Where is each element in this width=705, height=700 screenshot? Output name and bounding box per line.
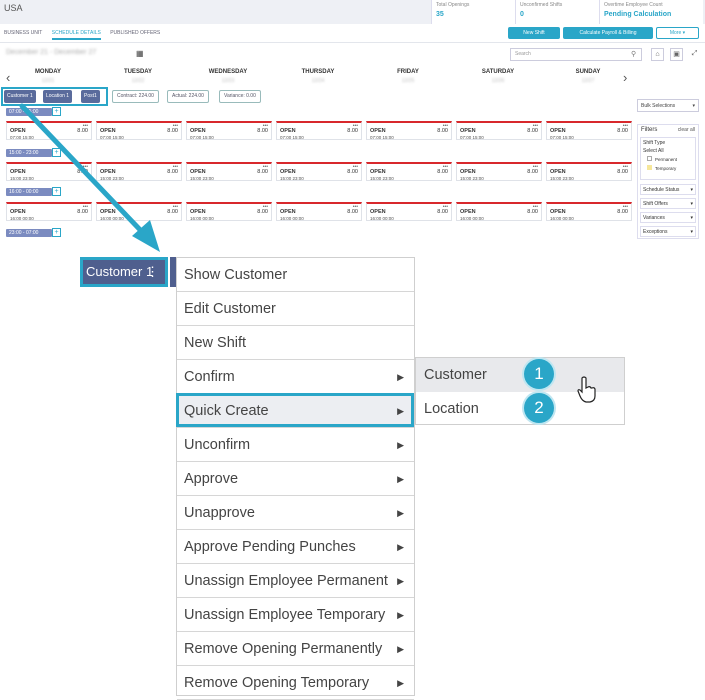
menu-item-approve-pending-punches[interactable]: Approve Pending Punches ▶: [177, 530, 414, 564]
menu-item-label: Remove Opening Temporary: [184, 675, 370, 691]
chevron-right-icon: ▶: [397, 644, 404, 654]
menu-item-unassign-employee-permanent[interactable]: Unassign Employee Permanent ▶: [177, 564, 414, 598]
chevron-right-icon: ▶: [397, 474, 404, 484]
menu-item-label: Confirm: [184, 369, 235, 385]
menu-item-new-shift[interactable]: New Shift: [177, 326, 414, 360]
menu-item-unassign-employee-temporary[interactable]: Unassign Employee Temporary ▶: [177, 598, 414, 632]
menu-item-label: Unapprove: [184, 505, 255, 521]
menu-item-label: Show Customer: [184, 267, 288, 283]
submenu-customer-label: Customer: [424, 367, 487, 383]
menu-item-remove-opening-temporary[interactable]: Remove Opening Temporary ▶: [177, 666, 414, 700]
menu-item-edit-customer[interactable]: Edit Customer: [177, 292, 414, 326]
customer-1-button[interactable]: Customer 1 ⋮: [80, 257, 168, 287]
chevron-right-icon: ▶: [397, 576, 404, 586]
menu-item-label: Unassign Employee Permanent: [184, 573, 388, 589]
submenu-location-label: Location: [424, 401, 479, 417]
menu-item-label: Unassign Employee Temporary: [184, 607, 386, 623]
menu-item-label: Unconfirm: [184, 437, 251, 453]
menu-item-unapprove[interactable]: Unapprove ▶: [177, 496, 414, 530]
step-badge-1: 1: [524, 359, 554, 389]
chevron-right-icon: ▶: [397, 508, 404, 518]
chevron-right-icon: ▶: [397, 610, 404, 620]
context-menu: Show Customer Edit Customer New Shift Confi…: [176, 257, 415, 700]
chevron-right-icon: ▶: [397, 678, 404, 688]
menu-item-remove-opening-permanently[interactable]: Remove Opening Permanently ▶: [177, 632, 414, 666]
hand-cursor-icon: [577, 376, 596, 403]
step-badge-2: 2: [524, 393, 554, 423]
menu-item-label: Remove Opening Permanently: [184, 641, 383, 657]
customer-1-label: Customer 1: [86, 264, 154, 279]
menu-item-label: Approve: [184, 471, 239, 487]
menu-item-show-customer[interactable]: Show Customer: [177, 258, 414, 292]
menu-item-confirm[interactable]: Confirm ▶: [177, 360, 414, 394]
chevron-right-icon: ▶: [397, 372, 404, 382]
quick-create-highlight: [176, 393, 414, 427]
chevron-right-icon: ▶: [397, 440, 404, 450]
menu-item-label: New Shift: [184, 335, 247, 351]
menu-item-label: Edit Customer: [184, 301, 276, 317]
kebab-icon[interactable]: ⋮: [146, 260, 159, 284]
menu-item-label: Approve Pending Punches: [184, 539, 356, 555]
menu-item-unconfirm[interactable]: Unconfirm ▶: [177, 428, 414, 462]
menu-item-approve[interactable]: Approve ▶: [177, 462, 414, 496]
chevron-right-icon: ▶: [397, 542, 404, 552]
